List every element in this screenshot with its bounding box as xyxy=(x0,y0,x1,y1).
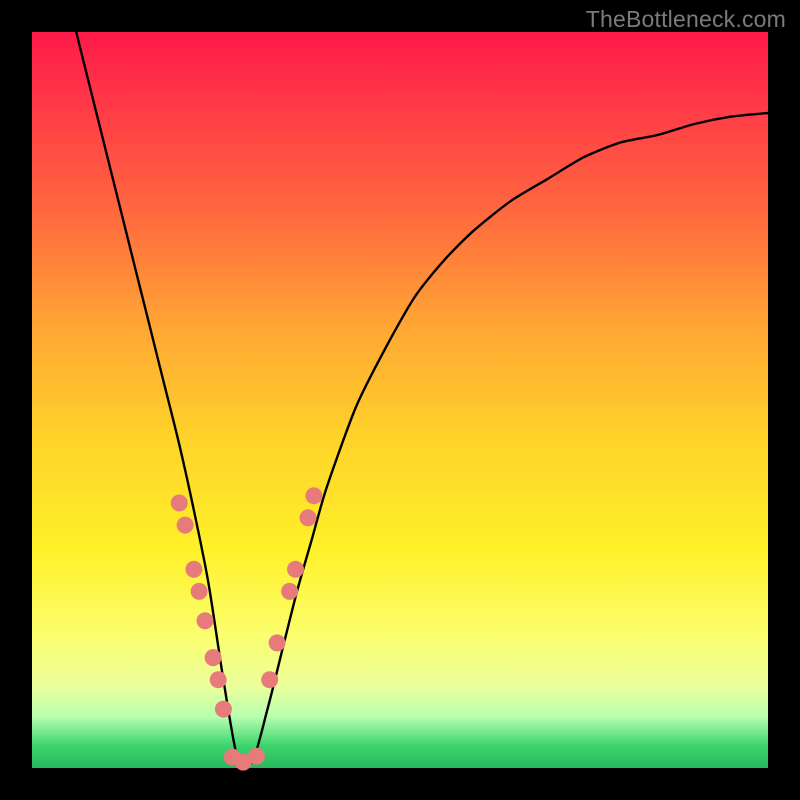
data-point xyxy=(300,509,317,526)
data-point xyxy=(281,583,298,600)
chart-stage: TheBottleneck.com xyxy=(0,0,800,800)
data-point xyxy=(171,495,188,512)
data-point xyxy=(261,671,278,688)
data-point xyxy=(185,561,202,578)
data-points-group xyxy=(171,487,323,770)
plot-area xyxy=(32,32,768,768)
data-point xyxy=(305,487,322,504)
data-point xyxy=(205,649,222,666)
data-point xyxy=(269,634,286,651)
curve-layer xyxy=(32,32,768,768)
data-point xyxy=(191,583,208,600)
data-point xyxy=(177,517,194,534)
data-point xyxy=(215,701,232,718)
data-point xyxy=(210,671,227,688)
data-point xyxy=(197,612,214,629)
data-point xyxy=(248,748,265,765)
data-point xyxy=(287,561,304,578)
bottleneck-curve xyxy=(76,32,768,767)
watermark-text: TheBottleneck.com xyxy=(586,6,786,33)
